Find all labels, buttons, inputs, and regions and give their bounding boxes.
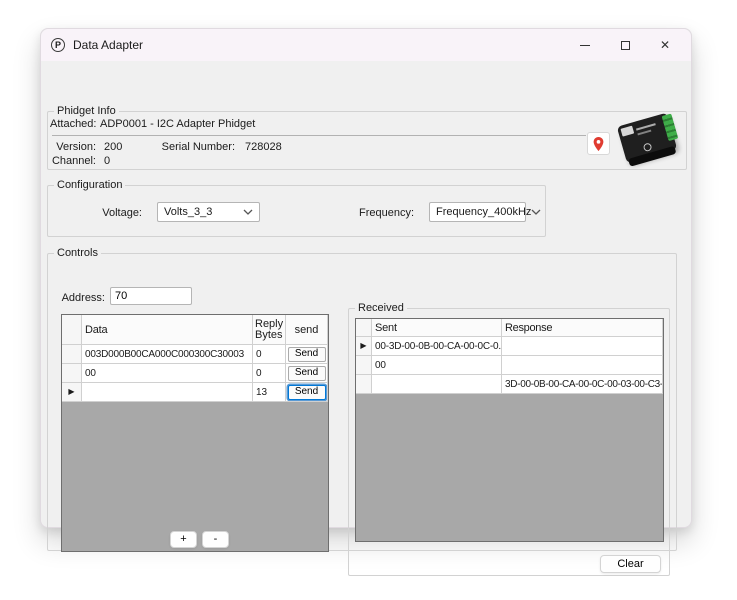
current-row-indicator-icon: ▶ bbox=[68, 388, 74, 396]
frequency-dropdown[interactable]: Frequency_400kHz bbox=[429, 202, 526, 222]
minimize-button[interactable] bbox=[565, 29, 605, 61]
phidget-logo-icon: P bbox=[51, 38, 65, 52]
table-row: ▶ 00-3D-00-0B-00-CA-00-0C-0... bbox=[356, 337, 663, 356]
sent-cell[interactable]: 00-3D-00-0B-00-CA-00-0C-0... bbox=[372, 337, 502, 356]
sent-cell[interactable]: 00 bbox=[372, 356, 502, 375]
column-header-data[interactable]: Data bbox=[82, 315, 253, 345]
channel-value: 0 bbox=[104, 155, 110, 167]
clear-button[interactable]: Clear bbox=[600, 555, 661, 573]
maximize-button[interactable] bbox=[605, 29, 645, 61]
device-photo bbox=[612, 109, 686, 171]
response-cell[interactable] bbox=[502, 337, 663, 356]
channel-label: Channel: bbox=[50, 155, 96, 167]
row-selector-current[interactable]: ▶ bbox=[62, 383, 82, 402]
serial-number-value: 728028 bbox=[245, 141, 282, 153]
grid-empty-area bbox=[356, 394, 663, 541]
send-button[interactable]: Send bbox=[288, 347, 326, 362]
app-window: P Data Adapter ✕ Phidget Info Attached: … bbox=[40, 28, 692, 528]
row-selector-header bbox=[356, 319, 372, 337]
titlebar[interactable]: P Data Adapter ✕ bbox=[41, 29, 691, 61]
attached-label: Attached: bbox=[50, 118, 96, 130]
device-body bbox=[617, 113, 677, 164]
row-selector[interactable] bbox=[62, 364, 82, 383]
received-group: Received Sent Response ▶ 00-3D-00-0B-00-… bbox=[348, 308, 670, 576]
row-selector-current[interactable]: ▶ bbox=[356, 337, 372, 356]
received-grid: Sent Response ▶ 00-3D-00-0B-00-CA-00-0C-… bbox=[355, 318, 664, 542]
window-controls: ✕ bbox=[565, 29, 685, 61]
reply-bytes-cell[interactable]: 0 bbox=[253, 364, 286, 383]
minimize-icon bbox=[580, 45, 590, 46]
phidget-info-group-label: Phidget Info bbox=[54, 105, 119, 118]
data-grid-header: Data Reply Bytes send bbox=[62, 315, 328, 345]
chevron-down-icon bbox=[531, 209, 541, 215]
voltage-dropdown[interactable]: Volts_3_3 bbox=[157, 202, 260, 222]
address-label: Address: bbox=[58, 292, 105, 304]
column-header-response[interactable]: Response bbox=[502, 319, 663, 337]
serial-number-label: Serial Number: bbox=[160, 141, 235, 153]
controls-group-label: Controls bbox=[54, 247, 101, 260]
table-row: 00 0 Send bbox=[62, 364, 328, 383]
current-row-indicator-icon: ▶ bbox=[360, 342, 366, 350]
table-row: 3D-00-0B-00-CA-00-0C-00-03-00-C3-00-03 bbox=[356, 375, 663, 394]
data-cell[interactable]: 00 bbox=[82, 364, 253, 383]
reply-bytes-cell[interactable]: 13 bbox=[253, 383, 286, 402]
frequency-label: Frequency: bbox=[338, 207, 414, 219]
sent-cell[interactable] bbox=[372, 375, 502, 394]
configuration-group-label: Configuration bbox=[54, 179, 125, 192]
column-header-send[interactable]: send bbox=[286, 315, 328, 345]
close-icon: ✕ bbox=[660, 38, 670, 52]
chevron-down-icon bbox=[243, 209, 253, 215]
row-selector-header bbox=[62, 315, 82, 345]
row-selector[interactable] bbox=[356, 375, 372, 394]
remove-row-button[interactable]: - bbox=[202, 531, 229, 548]
table-row: 00 bbox=[356, 356, 663, 375]
add-row-button[interactable]: + bbox=[170, 531, 197, 548]
version-label: Version: bbox=[50, 141, 96, 153]
device-logo bbox=[643, 142, 653, 152]
device-label-line bbox=[636, 123, 656, 130]
data-grid: Data Reply Bytes send 003D000B00CA000C00… bbox=[61, 314, 329, 552]
column-header-reply-bytes[interactable]: Reply Bytes bbox=[253, 315, 286, 345]
data-cell[interactable]: 003D000B00CA000C000300C30003 bbox=[82, 345, 253, 364]
table-row: ▶ 13 Send bbox=[62, 383, 328, 402]
locate-button[interactable] bbox=[587, 132, 610, 155]
reply-bytes-cell[interactable]: 0 bbox=[253, 345, 286, 364]
received-grid-header: Sent Response bbox=[356, 319, 663, 337]
voltage-dropdown-value: Volts_3_3 bbox=[164, 206, 212, 218]
version-value: 200 bbox=[104, 141, 122, 153]
data-cell[interactable] bbox=[82, 383, 253, 402]
desktop-background: P Data Adapter ✕ Phidget Info Attached: … bbox=[0, 0, 737, 600]
response-cell[interactable]: 3D-00-0B-00-CA-00-0C-00-03-00-C3-00-03 bbox=[502, 375, 663, 394]
response-cell[interactable] bbox=[502, 356, 663, 375]
address-input[interactable] bbox=[110, 287, 192, 305]
grid-empty-area bbox=[62, 402, 328, 551]
controls-group: Controls Address: Data Reply Bytes send … bbox=[47, 253, 677, 551]
phidget-logo-letter: P bbox=[55, 41, 61, 50]
row-selector[interactable] bbox=[356, 356, 372, 375]
voltage-label: Voltage: bbox=[68, 207, 142, 219]
location-pin-icon bbox=[592, 136, 605, 152]
column-header-sent[interactable]: Sent bbox=[372, 319, 502, 337]
window-body: Phidget Info Attached: ADP0001 - I2C Ada… bbox=[41, 61, 691, 527]
send-button[interactable]: Send bbox=[288, 385, 326, 400]
device-label-line bbox=[637, 130, 651, 136]
terminal-block bbox=[662, 113, 679, 141]
device-sticker bbox=[620, 126, 634, 137]
divider bbox=[52, 135, 586, 136]
attached-value: ADP0001 - I2C Adapter Phidget bbox=[100, 118, 255, 130]
row-selector[interactable] bbox=[62, 345, 82, 364]
table-row: 003D000B00CA000C000300C30003 0 Send bbox=[62, 345, 328, 364]
received-group-label: Received bbox=[355, 302, 407, 315]
maximize-icon bbox=[621, 41, 630, 50]
send-button[interactable]: Send bbox=[288, 366, 326, 381]
window-title: Data Adapter bbox=[73, 38, 143, 52]
phidget-info-group: Phidget Info Attached: ADP0001 - I2C Ada… bbox=[47, 111, 687, 170]
configuration-group: Configuration Voltage: Volts_3_3 Frequen… bbox=[47, 185, 546, 237]
frequency-dropdown-value: Frequency_400kHz bbox=[436, 206, 531, 218]
close-button[interactable]: ✕ bbox=[645, 29, 685, 61]
